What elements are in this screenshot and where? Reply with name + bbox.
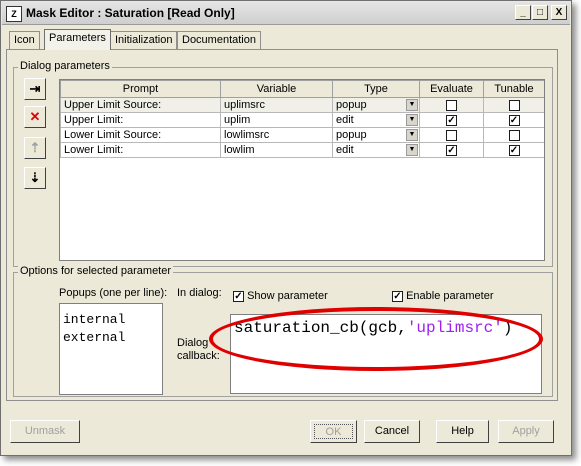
unmask-button[interactable]: Unmask xyxy=(10,420,80,443)
cancel-button[interactable]: Cancel xyxy=(364,420,420,443)
table-row[interactable]: Upper Limit: uplim edit ▼ ✓ ✓ xyxy=(60,112,544,128)
table-row[interactable]: Lower Limit Source: lowlimsrc popup ▼ xyxy=(60,127,544,143)
type-cell[interactable]: edit ▼ xyxy=(332,142,420,158)
window-title: Mask Editor : Saturation [Read Only] xyxy=(26,6,235,20)
close-button[interactable]: X xyxy=(551,5,567,20)
prompt-cell[interactable]: Upper Limit: xyxy=(60,112,221,128)
prompt-cell[interactable]: Lower Limit Source: xyxy=(60,127,221,143)
delete-param-button[interactable]: ✕ xyxy=(24,106,46,128)
type-cell[interactable]: popup ▼ xyxy=(332,97,420,113)
type-value: popup xyxy=(336,99,367,111)
type-cell[interactable]: popup ▼ xyxy=(332,127,420,143)
type-value: edit xyxy=(336,114,354,126)
variable-cell[interactable]: uplim xyxy=(220,112,333,128)
dialog-label: Dialog xyxy=(177,337,209,349)
apply-button[interactable]: Apply xyxy=(498,420,554,443)
tab-icon[interactable]: Icon xyxy=(9,31,40,49)
tunable-cell[interactable] xyxy=(483,127,544,143)
col-header-type[interactable]: Type xyxy=(332,80,420,98)
tab-documentation[interactable]: Documentation xyxy=(177,31,261,49)
tunable-cell[interactable] xyxy=(483,97,544,113)
mask-editor-window: Z Mask Editor : Saturation [Read Only] _… xyxy=(0,0,572,456)
type-cell[interactable]: edit ▼ xyxy=(332,112,420,128)
evaluate-cell[interactable] xyxy=(419,127,484,143)
evaluate-checkbox[interactable] xyxy=(446,129,457,141)
tunable-checkbox[interactable] xyxy=(508,99,520,111)
minimize-button[interactable]: _ xyxy=(515,5,531,20)
ok-label: OK xyxy=(314,424,353,439)
popup-option: internal xyxy=(63,312,126,327)
variable-cell[interactable]: lowlim xyxy=(220,142,333,158)
show-parameter-checkbox[interactable]: ✓ xyxy=(233,290,244,302)
tunable-checkbox[interactable]: ✓ xyxy=(508,144,520,156)
type-dropdown-icon[interactable]: ▼ xyxy=(406,99,418,111)
popup-option: external xyxy=(63,330,126,345)
tab-parameters[interactable]: Parameters xyxy=(44,29,111,50)
delete-param-icon: ✕ xyxy=(29,109,41,124)
evaluate-checkbox[interactable]: ✓ xyxy=(446,114,457,126)
ok-button[interactable]: OK xyxy=(310,420,357,443)
col-header-prompt[interactable]: Prompt xyxy=(60,80,221,98)
col-header-variable[interactable]: Variable xyxy=(220,80,333,98)
enable-parameter-label: Enable parameter xyxy=(406,290,494,302)
table-row[interactable]: Lower Limit: lowlim edit ▼ ✓ ✓ xyxy=(60,142,544,158)
highlight-ellipse xyxy=(209,307,543,371)
show-parameter-label: Show parameter xyxy=(247,290,328,302)
parameters-grid: Prompt Variable Type Evaluate Tunable Up… xyxy=(59,79,545,261)
evaluate-cell[interactable]: ✓ xyxy=(419,112,484,128)
move-down-button[interactable]: ⇣ xyxy=(24,167,46,189)
variable-cell[interactable]: uplimsrc xyxy=(220,97,333,113)
help-button[interactable]: Help xyxy=(436,420,489,443)
insert-param-icon: ⇥ xyxy=(29,81,41,96)
type-dropdown-icon[interactable]: ▼ xyxy=(406,129,418,141)
tunable-cell[interactable]: ✓ xyxy=(483,142,544,158)
insert-param-button[interactable]: ⇥ xyxy=(24,78,46,100)
type-dropdown-icon[interactable]: ▼ xyxy=(406,114,418,126)
dialog-parameters-legend: Dialog parameters xyxy=(18,60,112,72)
type-value: popup xyxy=(336,129,367,141)
title-bar[interactable]: Z Mask Editor : Saturation [Read Only] _… xyxy=(2,2,570,25)
prompt-cell[interactable]: Lower Limit: xyxy=(60,142,221,158)
move-down-icon: ⇣ xyxy=(29,170,41,185)
options-legend: Options for selected parameter xyxy=(18,265,174,277)
tab-initialization[interactable]: Initialization xyxy=(110,31,178,49)
enable-parameter-option[interactable]: ✓ Enable parameter xyxy=(392,290,494,302)
popups-label: Popups (one per line): xyxy=(59,287,168,299)
prompt-cell[interactable]: Upper Limit Source: xyxy=(60,97,221,113)
type-value: edit xyxy=(336,144,354,156)
evaluate-cell[interactable] xyxy=(419,97,484,113)
evaluate-checkbox[interactable] xyxy=(446,99,457,111)
popups-textarea[interactable]: internal external xyxy=(59,303,163,395)
callback-label: callback: xyxy=(177,350,220,362)
enable-parameter-checkbox[interactable]: ✓ xyxy=(392,290,403,302)
show-parameter-option[interactable]: ✓ Show parameter xyxy=(233,290,328,302)
move-up-icon: ⇡ xyxy=(29,140,41,155)
evaluate-checkbox[interactable]: ✓ xyxy=(446,144,457,156)
tunable-cell[interactable]: ✓ xyxy=(483,112,544,128)
app-icon: Z xyxy=(6,6,22,22)
col-header-tunable[interactable]: Tunable xyxy=(483,80,544,98)
variable-cell[interactable]: lowlimsrc xyxy=(220,127,333,143)
evaluate-cell[interactable]: ✓ xyxy=(419,142,484,158)
tunable-checkbox[interactable]: ✓ xyxy=(508,114,520,126)
type-dropdown-icon[interactable]: ▼ xyxy=(406,144,418,156)
maximize-button[interactable]: □ xyxy=(532,5,548,20)
tunable-checkbox[interactable] xyxy=(508,129,520,141)
in-dialog-label: In dialog: xyxy=(177,287,222,299)
table-row[interactable]: Upper Limit Source: uplimsrc popup ▼ xyxy=(60,97,544,113)
col-header-evaluate[interactable]: Evaluate xyxy=(419,80,484,98)
move-up-button[interactable]: ⇡ xyxy=(24,137,46,159)
